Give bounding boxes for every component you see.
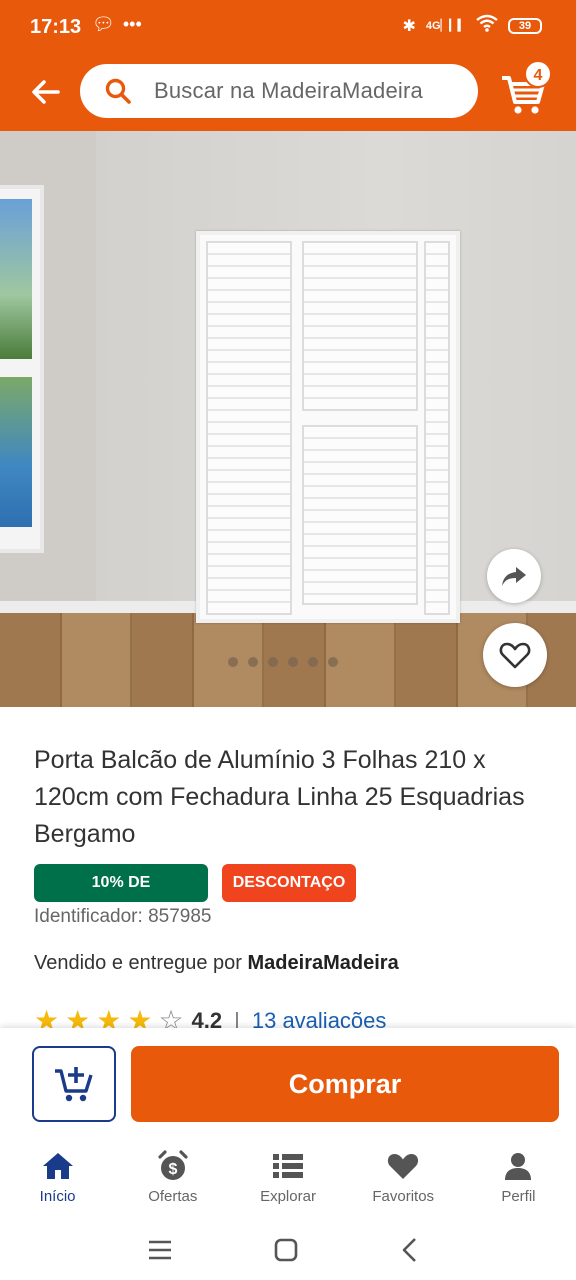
search-icon (105, 78, 131, 104)
home-system-button[interactable] (266, 1232, 306, 1268)
recent-apps-button[interactable] (140, 1232, 180, 1268)
search-bar[interactable]: Buscar na MadeiraMadeira (80, 64, 478, 118)
product-image-gallery[interactable] (0, 131, 576, 707)
nav-label: Explorar (260, 1188, 316, 1205)
svg-text:$: $ (168, 1161, 177, 1178)
nav-label: Ofertas (148, 1188, 198, 1205)
add-to-cart-button[interactable] (32, 1046, 116, 1122)
square-home-icon (274, 1238, 298, 1262)
back-button[interactable] (28, 74, 64, 110)
app-header: 17:13 💬︎ ••• ✱ 4G▏▎▍ 39 Buscar na Madeir… (0, 0, 576, 131)
product-badges: 10% DE CASHBACK DESCONTAÇO (34, 864, 356, 929)
wifi-icon (476, 14, 498, 37)
system-navigation-bar (0, 1220, 576, 1280)
battery-icon: 39 (508, 17, 542, 34)
buy-bar: Comprar (0, 1028, 576, 1140)
gallery-dot[interactable] (268, 657, 278, 667)
seller-info: Vendido e entregue por MadeiraMadeira (34, 952, 399, 975)
discount-badge: DESCONTAÇO (222, 864, 356, 902)
nav-item-explorar[interactable]: Explorar (230, 1140, 345, 1220)
share-icon (502, 567, 526, 586)
nav-item-perfil[interactable]: Perfil (461, 1140, 576, 1220)
more-dots-icon: ••• (122, 14, 142, 34)
back-arrow-icon (32, 80, 60, 104)
gallery-dot[interactable] (248, 657, 258, 667)
product-identifier: Identificador: 857985 (34, 906, 212, 927)
product-photo-door (196, 231, 460, 623)
nav-label: Perfil (501, 1188, 536, 1205)
gallery-dot[interactable] (328, 657, 338, 667)
bottom-navigation: Início $ Ofertas Explorar Favoritos Perf… (0, 1140, 576, 1220)
signal-icon: 4G▏▎▍ (425, 20, 466, 32)
share-button[interactable] (487, 549, 541, 603)
favorite-button[interactable] (483, 623, 547, 687)
bluetooth-icon: ✱ (402, 17, 416, 35)
heart-icon (385, 1148, 421, 1184)
heart-icon (499, 642, 531, 669)
cart-count-badge: 4 (524, 60, 552, 88)
gallery-dot[interactable] (308, 657, 318, 667)
list-icon (270, 1148, 306, 1184)
menu-lines-icon (149, 1240, 171, 1260)
chevron-left-icon (402, 1238, 416, 1262)
status-right-icons: ✱ 4G▏▎▍ 39 (403, 14, 542, 37)
person-icon (500, 1148, 536, 1184)
nav-item-favoritos[interactable]: Favoritos (346, 1140, 461, 1220)
system-back-button[interactable] (390, 1232, 430, 1268)
nav-label: Favoritos (372, 1188, 435, 1205)
gallery-dot[interactable] (228, 657, 238, 667)
nav-label: Início (39, 1188, 76, 1205)
status-bar: 17:13 💬︎ ••• ✱ 4G▏▎▍ 39 (0, 0, 576, 54)
seller-prefix: Vendido e entregue por (34, 952, 242, 974)
image-window (0, 185, 44, 553)
alarm-clock-dollar-icon: $ (155, 1148, 191, 1184)
cashback-badge: 10% DE CASHBACK (34, 864, 208, 929)
gallery-pagination-dots (228, 657, 338, 667)
search-placeholder: Buscar na MadeiraMadeira (154, 78, 423, 103)
status-time: 17:13 (30, 16, 82, 38)
home-icon (40, 1148, 76, 1184)
nav-item-ofertas[interactable]: $ Ofertas (115, 1140, 230, 1220)
add-cart-icon (55, 1067, 93, 1102)
chat-bubble-icon: 💬︎ (92, 14, 115, 34)
buy-button[interactable]: Comprar (131, 1046, 559, 1122)
nav-item-inicio[interactable]: Início (0, 1140, 115, 1220)
gallery-dot[interactable] (288, 657, 298, 667)
seller-name: MadeiraMadeira (247, 952, 399, 974)
product-title: Porta Balcão de Alumínio 3 Folhas 210 x … (34, 746, 525, 848)
status-left-icons: 💬︎ ••• (92, 14, 142, 35)
